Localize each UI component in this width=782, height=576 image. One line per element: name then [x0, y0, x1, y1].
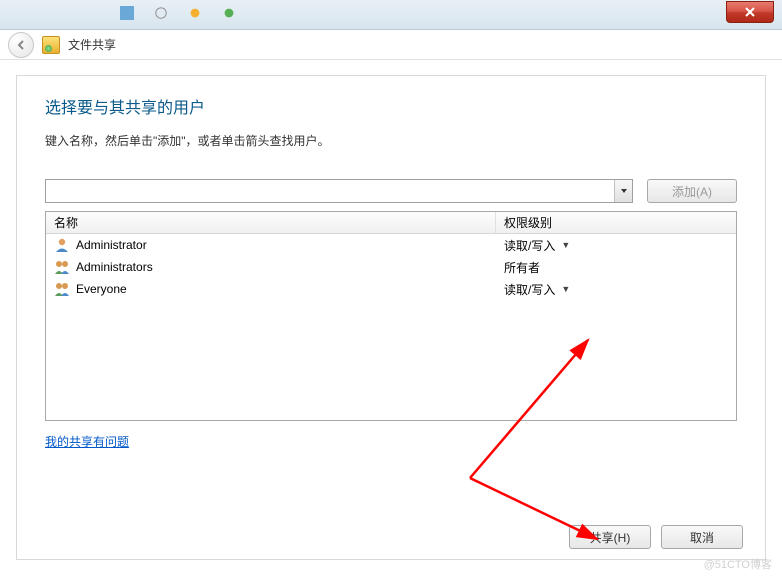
titlebar — [0, 0, 782, 30]
user-name-label: Administrator — [76, 238, 147, 252]
help-link[interactable]: 我的共享有问题 — [45, 435, 129, 449]
nav-row: 文件共享 — [0, 30, 782, 60]
back-arrow-icon — [15, 39, 27, 51]
cancel-button[interactable]: 取消 — [661, 525, 743, 549]
user-permission-cell: 所有者 — [500, 259, 732, 276]
user-row[interactable]: Everyone 读取/写入 ▼ — [46, 278, 736, 300]
user-icon — [54, 237, 70, 253]
app-icon-3 — [188, 6, 202, 20]
user-row[interactable]: Administrators 所有者 — [46, 256, 736, 278]
user-permission-cell[interactable]: 读取/写入 ▼ — [500, 281, 732, 298]
column-header-name[interactable]: 名称 — [46, 212, 496, 233]
user-name-label: Everyone — [76, 282, 127, 296]
app-icon-4 — [222, 6, 236, 20]
user-row[interactable]: Administrator 读取/写入 ▼ — [46, 234, 736, 256]
user-list-header: 名称 权限级别 — [46, 212, 736, 234]
dialog-instruction: 键入名称，然后单击"添加"，或者单击箭头查找用户。 — [45, 132, 737, 149]
dialog-heading: 选择要与其共享的用户 — [45, 94, 737, 118]
dialog-content: 选择要与其共享的用户 键入名称，然后单击"添加"，或者单击箭头查找用户。 添加(… — [16, 75, 766, 560]
permission-label: 读取/写入 — [504, 237, 555, 254]
app-icon-2 — [154, 6, 168, 20]
close-button[interactable] — [726, 1, 774, 23]
chevron-down-icon: ▼ — [561, 240, 570, 250]
back-button[interactable] — [8, 32, 34, 58]
user-name-cell: Everyone — [50, 281, 500, 297]
share-button[interactable]: 共享(H) — [569, 525, 651, 549]
app-icon-1 — [120, 6, 134, 20]
chevron-down-icon: ▼ — [561, 284, 570, 294]
add-button[interactable]: 添加(A) — [647, 179, 737, 203]
user-entry-row: 添加(A) — [45, 179, 737, 203]
close-icon — [744, 6, 756, 18]
user-combobox[interactable] — [45, 179, 633, 203]
folder-share-icon — [42, 36, 60, 54]
users-group-icon — [54, 259, 70, 275]
user-name-cell: Administrator — [50, 237, 500, 253]
users-group-icon — [54, 281, 70, 297]
chevron-down-icon — [620, 187, 628, 195]
user-permission-cell[interactable]: 读取/写入 ▼ — [500, 237, 732, 254]
user-name-label: Administrators — [76, 260, 153, 274]
titlebar-app-icons — [120, 6, 236, 20]
combobox-dropdown-button[interactable] — [614, 180, 632, 202]
breadcrumb-text: 文件共享 — [68, 36, 116, 53]
user-list: 名称 权限级别 Administrator读取/写入▼Administrator… — [45, 211, 737, 421]
column-header-permission[interactable]: 权限级别 — [496, 214, 736, 231]
user-input[interactable] — [46, 180, 614, 202]
permission-label: 所有者 — [504, 259, 540, 276]
user-name-cell: Administrators — [50, 259, 500, 275]
dialog-footer: 共享(H) 取消 — [569, 525, 743, 549]
permission-label: 读取/写入 — [504, 281, 555, 298]
